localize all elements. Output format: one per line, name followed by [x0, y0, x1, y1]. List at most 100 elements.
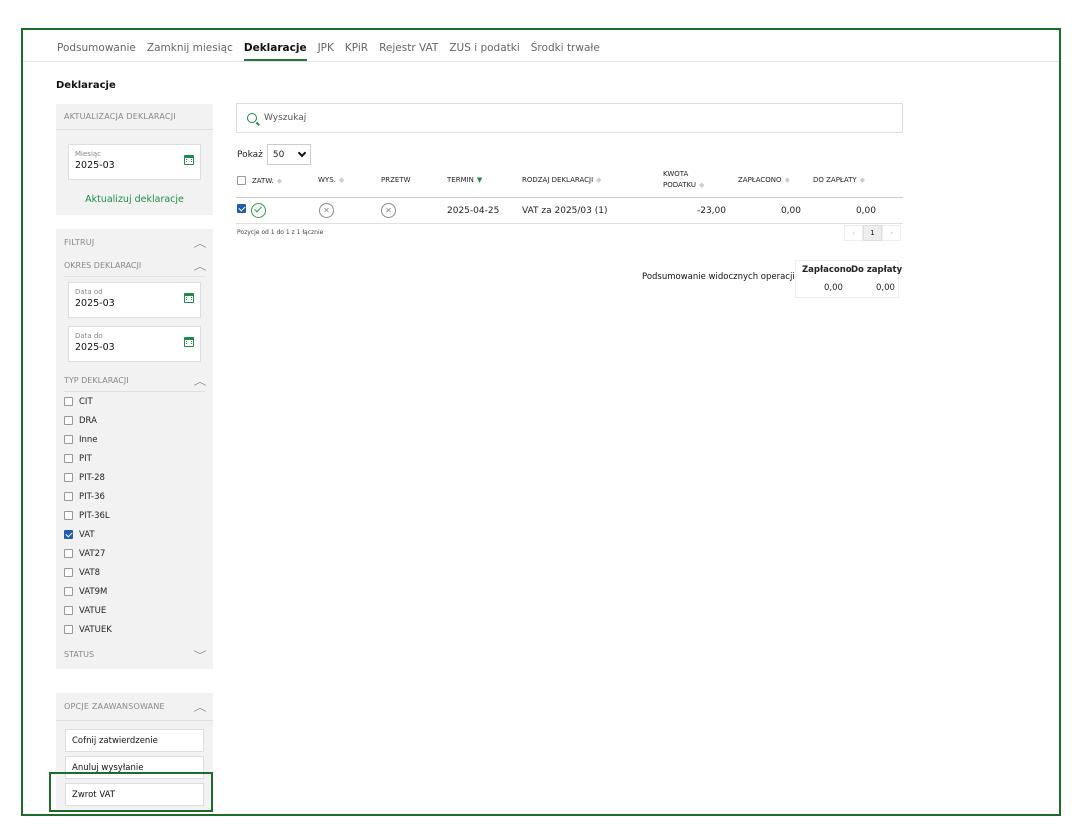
tab-podsumowanie[interactable]: Podsumowanie	[57, 41, 136, 61]
filter-header[interactable]: FILTRUJ ︿	[56, 229, 213, 255]
chevron-up-icon[interactable]: ︿	[194, 258, 207, 273]
col-transfer[interactable]: PRZETW	[381, 176, 411, 184]
col-tax-amount[interactable]: KWOTA PODATKU ◆	[663, 170, 704, 189]
type-header[interactable]: TYP DEKLARACJI ︿	[64, 370, 207, 392]
tab-jpk[interactable]: JPK	[318, 41, 334, 61]
page-size-row: Pokaż 50	[237, 144, 311, 165]
summary-box: Zapłacono Do zapłaty 0,00 0,00	[795, 260, 902, 298]
update-declarations-button[interactable]: Aktualizuj deklaracje	[56, 188, 213, 215]
chevron-up-icon[interactable]: ︿	[194, 373, 207, 388]
page-title: Deklaracje	[56, 80, 116, 91]
status-title: STATUS	[64, 649, 95, 659]
type-filter-checkbox[interactable]	[64, 492, 73, 501]
type-filter-item[interactable]: CIT	[56, 392, 213, 411]
col-paid[interactable]: ZAPŁACONO ◆	[738, 176, 790, 184]
type-filter-item[interactable]: PIT-28	[56, 468, 213, 487]
date-from-label: Data od	[75, 288, 103, 296]
type-filter-checkbox[interactable]	[64, 397, 73, 406]
date-from-value: 2025-03	[75, 298, 115, 309]
col-deadline[interactable]: TERMIN ▼	[447, 176, 482, 184]
type-filter-checkbox[interactable]	[64, 587, 73, 596]
search-icon	[247, 113, 257, 123]
row-checkbox[interactable]	[237, 204, 246, 213]
type-filter-checkbox[interactable]	[64, 530, 73, 539]
month-label: Miesiąc	[75, 150, 102, 158]
calendar-icon[interactable]	[184, 155, 194, 165]
date-to-field[interactable]: Data do 2025-03	[68, 326, 201, 362]
sort-icon: ◆	[338, 176, 345, 184]
type-filter-label: VAT9M	[79, 586, 108, 597]
select-all-checkbox[interactable]	[237, 176, 246, 185]
update-panel-header: AKTUALIZACJA DEKLARACJI	[56, 104, 213, 130]
type-filter-label: DRA	[79, 415, 97, 426]
calendar-icon[interactable]	[184, 337, 194, 347]
next-page-button[interactable]: ›	[882, 225, 901, 241]
tab-deklaracje[interactable]: Deklaracje	[243, 41, 307, 61]
col-paid-label: ZAPŁACONO	[738, 176, 782, 184]
col-sent-label: WYS.	[318, 176, 336, 184]
type-filter-checkbox[interactable]	[64, 416, 73, 425]
type-filter-label: CIT	[79, 396, 93, 407]
prev-page-button[interactable]: ‹	[844, 225, 863, 241]
type-filter-item[interactable]: PIT	[56, 449, 213, 468]
undo-approval-button[interactable]: Cofnij zatwierdzenie	[65, 729, 204, 752]
table-row[interactable]: ✕ ✕ 2025-04-25 VAT za 2025/03 (1) -23,00…	[236, 198, 903, 224]
chevron-down-icon[interactable]: ﹀	[194, 647, 207, 662]
chevron-up-icon[interactable]: ︿	[193, 699, 206, 714]
row-tax-amount: -23,00	[696, 206, 726, 216]
sort-icon: ◆	[699, 181, 705, 189]
type-filter-item[interactable]: VATUE	[56, 601, 213, 620]
tab-kpir[interactable]: KPiR	[345, 41, 368, 61]
type-title: TYP DEKLARACJI	[64, 376, 129, 385]
outer-frame: Podsumowanie Zamknij miesiąc Deklaracje …	[21, 28, 1061, 816]
month-field[interactable]: Miesiąc 2025-03	[68, 144, 201, 180]
type-filter-item[interactable]: Inne	[56, 430, 213, 449]
type-filter-checkbox[interactable]	[64, 625, 73, 634]
advanced-header[interactable]: OPCJE ZAAWANSOWANE ︿	[56, 693, 213, 721]
type-filter-checkbox[interactable]	[64, 435, 73, 444]
summary-paid-value: 0,00	[824, 283, 843, 293]
type-filter-item[interactable]: PIT-36L	[56, 506, 213, 525]
col-sent[interactable]: WYS. ◆	[318, 176, 344, 184]
col-type-label: RODZAJ DEKLARACJI	[522, 176, 594, 184]
tab-srodki-trwale[interactable]: Środki trwałe	[531, 41, 600, 61]
type-filter-checkbox[interactable]	[64, 473, 73, 482]
type-filter-item[interactable]: VATUEK	[56, 620, 213, 639]
tab-rejestr-vat[interactable]: Rejestr VAT	[379, 41, 438, 61]
period-header[interactable]: OKRES DEKLARACJI ︿	[64, 255, 207, 277]
calendar-icon[interactable]	[184, 293, 194, 303]
type-filter-item[interactable]: VAT9M	[56, 582, 213, 601]
type-filter-label: VATUEK	[79, 624, 112, 635]
col-type[interactable]: RODZAJ DEKLARACJI ◆	[522, 176, 602, 184]
col-approved[interactable]: ZATW. ◆	[237, 176, 282, 185]
row-to-pay: 0,00	[855, 206, 876, 216]
date-to-label: Data do	[75, 332, 103, 340]
search-bar[interactable]	[236, 103, 903, 133]
page-1-button[interactable]: 1	[863, 225, 882, 241]
type-filter-checkbox[interactable]	[64, 568, 73, 577]
sort-icon: ◆	[784, 176, 790, 184]
top-nav: Podsumowanie Zamknij miesiąc Deklaracje …	[57, 41, 600, 61]
approved-check-icon	[251, 203, 266, 218]
chevron-up-icon[interactable]: ︿	[193, 235, 206, 250]
page-size-select[interactable]: 50	[266, 144, 311, 165]
type-filter-item[interactable]: VAT8	[56, 563, 213, 582]
search-input[interactable]	[264, 113, 764, 123]
type-filter-checkbox[interactable]	[64, 606, 73, 615]
type-filter-item[interactable]: PIT-36	[56, 487, 213, 506]
tab-zamknij-miesiac[interactable]: Zamknij miesiąc	[147, 41, 233, 61]
date-from-field[interactable]: Data od 2025-03	[68, 282, 201, 318]
col-to-pay[interactable]: DO ZAPŁATY ◆	[813, 176, 865, 184]
type-filter-item[interactable]: VAT27	[56, 544, 213, 563]
status-header[interactable]: STATUS ﹀	[64, 639, 207, 669]
type-filter-checkbox[interactable]	[64, 549, 73, 558]
type-filter-item[interactable]: DRA	[56, 411, 213, 430]
type-filter-checkbox[interactable]	[64, 454, 73, 463]
type-filter-item[interactable]: VAT	[56, 525, 213, 544]
tab-zus-i-podatki[interactable]: ZUS i podatki	[449, 41, 519, 61]
type-filter-checkbox[interactable]	[64, 511, 73, 520]
sort-icon: ◆	[276, 176, 283, 185]
col-tax-amount-label-1: KWOTA	[663, 170, 689, 178]
filter-title: FILTRUJ	[64, 237, 95, 247]
summary-label: Podsumowanie widocznych operacji	[642, 272, 795, 282]
